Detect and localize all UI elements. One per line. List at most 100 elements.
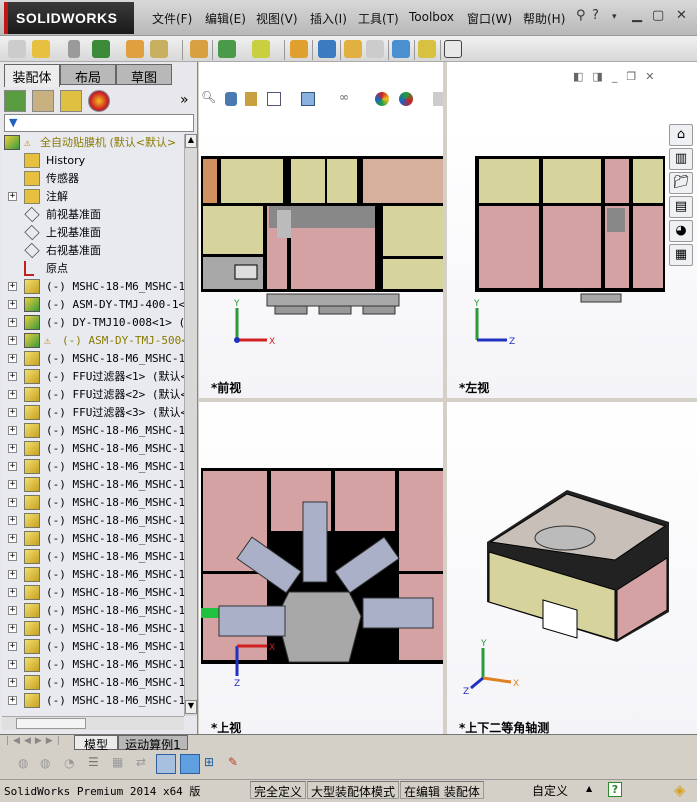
- view-settings-icon[interactable]: [433, 92, 443, 106]
- move-component-icon[interactable]: [150, 40, 168, 58]
- tab-sketch[interactable]: 草图: [116, 64, 172, 86]
- tile-left-icon[interactable]: ◧: [573, 70, 592, 83]
- fix-icon[interactable]: ◍: [18, 756, 28, 770]
- expand-icon[interactable]: +: [8, 606, 17, 615]
- tree-item[interactable]: 传感器: [2, 170, 184, 188]
- tree-root-assembly[interactable]: ⚠ 全自动贴膜机 (默认<默认>: [2, 134, 184, 152]
- viewport-minimize-icon[interactable]: _: [612, 70, 627, 83]
- expand-icon[interactable]: +: [8, 426, 17, 435]
- menu-tools[interactable]: 工具(T): [358, 10, 399, 27]
- tree-horizontal-scrollbar[interactable]: [2, 716, 184, 730]
- expand-icon[interactable]: +: [8, 552, 17, 561]
- exploded-view-icon[interactable]: [344, 40, 362, 58]
- tree-item[interactable]: + (-) MSHC-18-M6_MSHC-18-: [2, 494, 184, 512]
- view-orientation-icon[interactable]: [267, 92, 281, 106]
- tree-item[interactable]: + 注解: [2, 188, 184, 206]
- expand-icon[interactable]: +: [8, 282, 17, 291]
- tag-icon[interactable]: ◈: [674, 781, 686, 799]
- display-manager-tab-icon[interactable]: [88, 90, 110, 112]
- appearances-icon[interactable]: ◕: [669, 220, 693, 242]
- units-selector[interactable]: 自定义: [520, 781, 571, 799]
- property-manager-tab-icon[interactable]: [32, 90, 54, 112]
- expand-icon[interactable]: +: [8, 300, 17, 309]
- expand-icon[interactable]: +: [8, 354, 17, 363]
- tree-item[interactable]: + (-) MSHC-18-M6_MSHC-18-: [2, 530, 184, 548]
- solidworks-resources-icon[interactable]: ⌂: [669, 124, 693, 146]
- instant3d-icon[interactable]: [444, 40, 462, 58]
- expand-icon[interactable]: +: [8, 390, 17, 399]
- expand-icon[interactable]: +: [8, 462, 17, 471]
- list-icon[interactable]: ☰: [88, 755, 99, 769]
- menu-edit[interactable]: 编辑(E): [205, 10, 246, 27]
- expand-icon[interactable]: +: [8, 642, 17, 651]
- tree-vertical-scrollbar[interactable]: ▲ ▼: [184, 134, 197, 716]
- expand-icon[interactable]: +: [8, 534, 17, 543]
- explode-line-icon[interactable]: [366, 40, 384, 58]
- help-icon[interactable]: ?: [592, 8, 599, 23]
- expand-icon[interactable]: +: [8, 444, 17, 453]
- expand-icon[interactable]: +: [8, 588, 17, 597]
- menu-insert[interactable]: 插入(I): [310, 10, 347, 27]
- menu-window[interactable]: 窗口(W): [467, 10, 512, 27]
- sketch-origin-icon[interactable]: [156, 754, 176, 774]
- tree-item[interactable]: + (-) FFU过滤器<2> (默认<: [2, 386, 184, 404]
- tree-item[interactable]: + (-) MSHC-18-M6_MSHC-18-: [2, 692, 184, 710]
- interference-detection-icon[interactable]: [392, 40, 410, 58]
- expand-icon[interactable]: +: [8, 498, 17, 507]
- tree-item[interactable]: + (-) MSHC-18-M6_MSHC-18-: [2, 278, 184, 296]
- tree-item[interactable]: + (-) MSHC-18-M6_MSHC-18-: [2, 566, 184, 584]
- tree-item[interactable]: + (-) FFU过滤器<1> (默认<: [2, 368, 184, 386]
- close-button[interactable]: ✕: [676, 8, 687, 23]
- display-style-icon[interactable]: [301, 92, 315, 106]
- expand-icon[interactable]: +: [8, 318, 17, 327]
- expand-icon[interactable]: +: [8, 192, 17, 201]
- new-motion-study-icon[interactable]: [290, 40, 308, 58]
- tree-item[interactable]: + (-) ASM-DY-TMJ-400-1<1>: [2, 296, 184, 314]
- insert-component-icon[interactable]: [32, 40, 50, 58]
- tab-motion-study-1[interactable]: 运动算例1: [118, 735, 188, 752]
- expand-icon[interactable]: +: [8, 516, 17, 525]
- tab-scroll-arrows[interactable]: |◀◀▶▶|: [6, 736, 64, 746]
- tile-right-icon[interactable]: ◨: [592, 70, 611, 83]
- tab-assembly[interactable]: 装配体: [4, 64, 60, 87]
- tree-item[interactable]: + (-) MSHC-18-M6_MSHC-18-: [2, 638, 184, 656]
- zoom-to-fit-icon[interactable]: 🔍︎: [201, 90, 216, 104]
- viewport-restore-icon[interactable]: ❐: [626, 70, 645, 83]
- expand-icon[interactable]: +: [8, 696, 17, 705]
- expand-icon[interactable]: +: [8, 660, 17, 669]
- table-icon[interactable]: ⊞: [204, 755, 214, 769]
- solidworks-logo[interactable]: SOLIDWORKS: [4, 2, 134, 34]
- expand-icon[interactable]: +: [8, 372, 17, 381]
- tree-item[interactable]: + (-) MSHC-18-M6_MSHC-18-: [2, 350, 184, 368]
- grid-icon[interactable]: ▦: [112, 755, 123, 769]
- feature-manager-tab-icon[interactable]: [4, 90, 26, 112]
- menu-file[interactable]: 文件(F): [152, 10, 192, 27]
- mate-icon[interactable]: [68, 40, 80, 58]
- filter-field[interactable]: ▼: [4, 114, 194, 132]
- apply-scene-icon[interactable]: [399, 92, 413, 106]
- smart-fasteners-icon[interactable]: [126, 40, 144, 58]
- tree-item[interactable]: + (-) MSHC-18-M6_MSHC-18-: [2, 458, 184, 476]
- tree-item[interactable]: + (-) MSHC-18-M6_MSHC-18-: [2, 548, 184, 566]
- file-explorer-icon[interactable]: 📁︎: [669, 172, 693, 194]
- float-icon[interactable]: ◍: [40, 756, 50, 770]
- isolate-icon[interactable]: ◔: [64, 756, 74, 770]
- show-hidden-icon[interactable]: [190, 40, 208, 58]
- edit-icon[interactable]: ✎: [228, 755, 238, 769]
- section-view-icon[interactable]: [245, 92, 257, 106]
- viewport-front[interactable]: *前视: [199, 126, 443, 398]
- reference-geometry-icon[interactable]: [252, 40, 270, 58]
- help-status-icon[interactable]: ?: [608, 782, 622, 797]
- tree-item[interactable]: + (-) MSHC-18-M6_MSHC-18-: [2, 602, 184, 620]
- expand-panel-icon[interactable]: »: [180, 92, 189, 108]
- viewport-window-controls[interactable]: ◧◨_❐✕: [573, 70, 663, 83]
- configuration-manager-tab-icon[interactable]: [60, 90, 82, 112]
- units-up-arrow[interactable]: ▲: [586, 784, 592, 793]
- shaded-view-icon[interactable]: [180, 754, 200, 774]
- bill-of-materials-icon[interactable]: [318, 40, 336, 58]
- clearance-verification-icon[interactable]: [418, 40, 436, 58]
- view-palette-icon[interactable]: ▤: [669, 196, 693, 218]
- tree-item[interactable]: + (-) MSHC-18-M6_MSHC-18-: [2, 440, 184, 458]
- tree-item[interactable]: + ⚠ (-) ASM-DY-TMJ-500<1: [2, 332, 184, 350]
- tree-item[interactable]: 前视基准面: [2, 206, 184, 224]
